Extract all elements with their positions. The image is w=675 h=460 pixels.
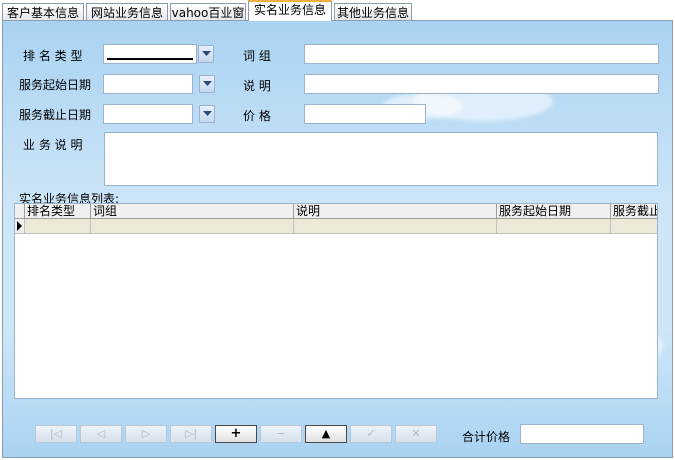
start-date-picker-button[interactable] <box>199 75 215 93</box>
price-label: 价 格 <box>243 109 271 123</box>
phrase-input[interactable] <box>304 44 659 64</box>
tab-panel: 排 名 类 型 服务起始日期 服务截止日期 业 务 说 明 词 组 说 明 价 … <box>2 20 673 458</box>
next-record-button[interactable]: ▷ <box>125 425 167 443</box>
rank-type-dropdown-button[interactable] <box>198 45 214 63</box>
chevron-down-icon <box>203 111 212 116</box>
table-cell[interactable] <box>611 219 657 233</box>
grid-header: 排名类型 词组 说明 服务起始日期 服务截止 <box>15 204 657 219</box>
end-date-input[interactable] <box>103 104 193 124</box>
rank-type-select[interactable] <box>103 44 197 64</box>
column-header[interactable]: 词组 <box>91 204 294 218</box>
last-record-button[interactable]: ▷| <box>170 425 212 443</box>
grid-indicator-header <box>15 204 25 218</box>
tab-realname-business[interactable]: 实名业务信息 <box>248 0 332 21</box>
cancel-record-button[interactable]: ✕ <box>395 425 437 443</box>
business-grid[interactable]: 排名类型 词组 说明 服务起始日期 服务截止 <box>14 203 658 399</box>
business-desc-textarea[interactable] <box>104 132 658 186</box>
tab-strip: 客户基本信息 网站业务信息 vahoo百业窗 实名业务信息 其他业务信息 <box>0 0 675 22</box>
delete-record-button[interactable]: − <box>260 425 302 443</box>
end-date-label: 服务截止日期 <box>19 108 92 122</box>
table-row[interactable] <box>15 219 657 234</box>
column-header[interactable]: 服务截止 <box>611 204 657 218</box>
start-date-label: 服务起始日期 <box>19 78 92 92</box>
price-input[interactable] <box>304 104 426 124</box>
explain-input[interactable] <box>304 74 659 94</box>
tab-label: 客户基本信息 <box>6 6 79 20</box>
column-header[interactable]: 服务起始日期 <box>497 204 611 218</box>
chevron-down-icon <box>203 81 212 86</box>
table-cell[interactable] <box>91 219 294 233</box>
table-cell[interactable] <box>294 219 497 233</box>
tab-label: 实名业务信息 <box>253 3 326 17</box>
tab-label: 其他业务信息 <box>336 6 409 20</box>
row-indicator <box>15 219 25 233</box>
column-header[interactable]: 说明 <box>294 204 497 218</box>
tab-website-business[interactable]: 网站业务信息 <box>86 3 168 21</box>
rank-type-label: 排 名 类 型 <box>23 49 83 63</box>
end-date-picker-button[interactable] <box>199 105 215 123</box>
total-price-input[interactable] <box>520 424 644 444</box>
column-header[interactable]: 排名类型 <box>25 204 91 218</box>
prev-record-button[interactable]: ◁ <box>80 425 122 443</box>
business-desc-label: 业 务 说 明 <box>23 138 83 152</box>
total-price-label: 合计价格 <box>462 430 511 444</box>
tab-label: 网站业务信息 <box>90 6 163 20</box>
tab-vahoo[interactable]: vahoo百业窗 <box>170 3 246 21</box>
chevron-down-icon <box>202 51 211 56</box>
triangle-right-icon <box>17 221 22 231</box>
table-cell[interactable] <box>497 219 611 233</box>
phrase-label: 词 组 <box>243 49 271 63</box>
tab-label: vahoo百业窗 <box>171 6 245 20</box>
edit-record-button[interactable]: ▲ <box>305 425 347 443</box>
first-record-button[interactable]: |◁ <box>35 425 77 443</box>
insert-record-button[interactable]: + <box>215 425 257 443</box>
start-date-input[interactable] <box>103 74 193 94</box>
post-record-button[interactable]: ✓ <box>350 425 392 443</box>
explain-label: 说 明 <box>243 79 271 93</box>
tab-customer-info[interactable]: 客户基本信息 <box>2 3 84 21</box>
tab-other-business[interactable]: 其他业务信息 <box>334 3 412 21</box>
table-cell[interactable] <box>25 219 91 233</box>
